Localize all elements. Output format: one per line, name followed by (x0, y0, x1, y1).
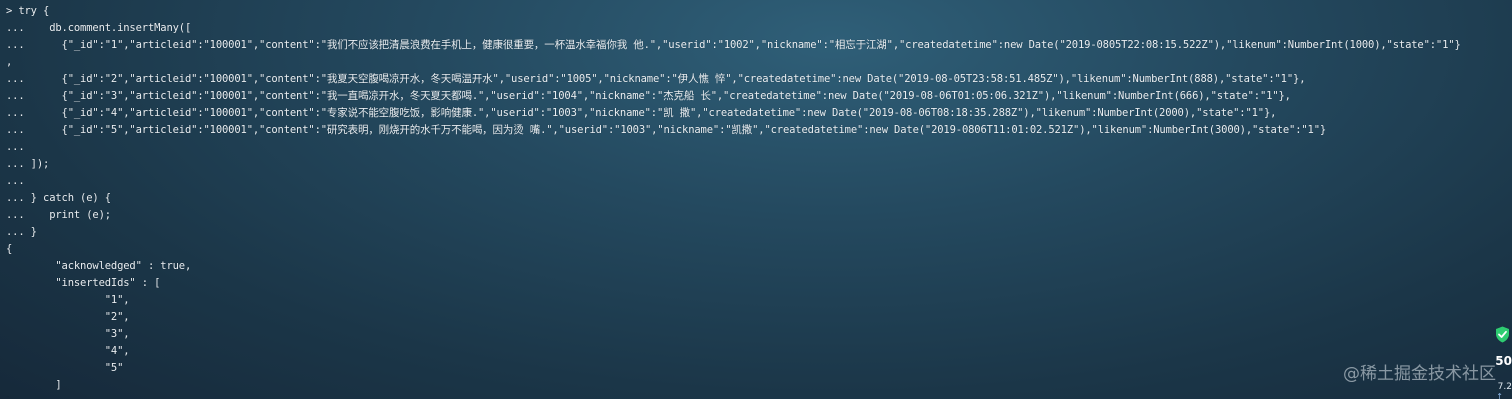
terminal-line: ... print (e); (6, 209, 111, 221)
monitor-value: 50 (1495, 354, 1512, 368)
terminal-line: ... } (6, 226, 37, 238)
terminal-line: ... ]); (6, 158, 50, 170)
terminal-line: "insertedIds" : [ (6, 277, 161, 289)
terminal-line: ... (6, 175, 25, 187)
terminal-line: "3", (6, 328, 130, 340)
monitor-sub-value: 7.2 (1497, 382, 1512, 392)
terminal-line: ... } catch (e) { (6, 192, 111, 204)
terminal-line: , (6, 56, 13, 68)
terminal-line: > try { (6, 5, 50, 17)
terminal-line: ... db.comment.insertMany([ (6, 22, 192, 34)
terminal-output[interactable]: > try { ... db.comment.insertMany([ ... … (6, 3, 1496, 397)
terminal-line: "4", (6, 345, 130, 357)
terminal-line: "2", (6, 311, 130, 323)
system-monitor-widget[interactable]: 50 7.2 ↑ (1494, 326, 1512, 399)
terminal-line: ... {"_id":"4","articleid":"100001","con… (6, 107, 1277, 119)
terminal-line: "acknowledged" : true, (6, 260, 192, 272)
terminal-line: ... {"_id":"3","articleid":"100001","con… (6, 90, 1291, 102)
shield-check-icon (1496, 326, 1509, 343)
terminal-line: ] (6, 379, 62, 391)
terminal-line: "1", (6, 294, 130, 306)
terminal-line: } (6, 394, 1496, 397)
terminal-line: ... (6, 141, 25, 153)
terminal-line: "5" (6, 362, 124, 374)
terminal-line: ... {"_id":"5","articleid":"100001","con… (6, 124, 1327, 136)
arrow-up-icon: ↑ (1496, 392, 1503, 399)
terminal-line: ... {"_id":"1","articleid":"100001","con… (6, 39, 1461, 51)
terminal-line: { (6, 243, 13, 255)
terminal-line: ... {"_id":"2","articleid":"100001","con… (6, 73, 1306, 85)
watermark: @稀土掘金技术社区 (1343, 364, 1496, 384)
